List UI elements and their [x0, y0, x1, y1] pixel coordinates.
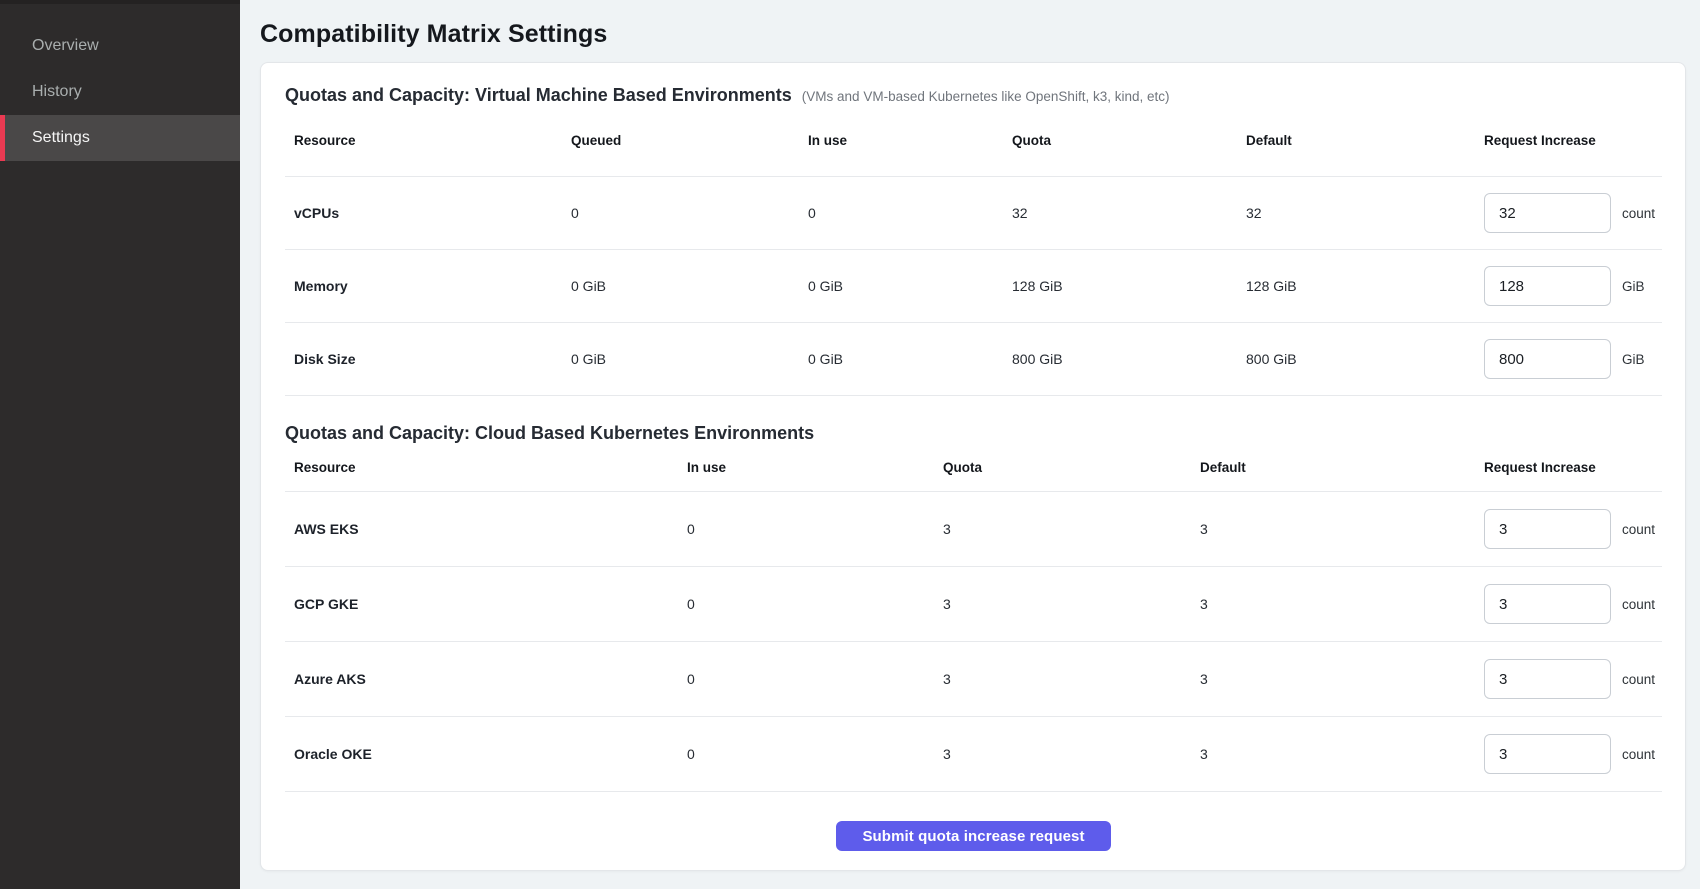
default-value: 128 GiB — [1237, 278, 1475, 294]
table-row-disk-size: Disk Size 0 GiB 0 GiB 800 GiB 800 GiB Gi… — [285, 323, 1662, 396]
default-value: 3 — [1191, 521, 1475, 537]
resource-name: vCPUs — [285, 205, 562, 221]
unit-label: count — [1622, 522, 1655, 537]
unit-label: count — [1622, 747, 1655, 762]
resource-name: Azure AKS — [285, 671, 678, 687]
unit-label: GiB — [1622, 352, 1645, 367]
sidebar-item-label: Overview — [32, 37, 99, 55]
column-header-request-increase: Request Increase — [1475, 460, 1662, 475]
memory-request-input[interactable] — [1484, 266, 1611, 306]
column-header-request-increase: Request Increase — [1475, 133, 1662, 148]
vm-section-subtitle: (VMs and VM-based Kubernetes like OpenSh… — [802, 89, 1170, 104]
default-value: 32 — [1237, 205, 1475, 221]
unit-label: count — [1622, 597, 1655, 612]
resource-name: AWS EKS — [285, 521, 678, 537]
in-use-value: 0 GiB — [799, 351, 1003, 367]
submit-quota-increase-button[interactable]: Submit quota increase request — [836, 821, 1110, 851]
in-use-value: 0 — [799, 205, 1003, 221]
column-header-in-use: In use — [678, 460, 934, 475]
sidebar-item-label: History — [32, 83, 82, 101]
column-header-in-use: In use — [799, 133, 1003, 148]
cloud-section-header: Quotas and Capacity: Cloud Based Kuberne… — [285, 396, 1662, 443]
in-use-value: 0 — [678, 671, 934, 687]
active-item-marker — [0, 115, 5, 161]
queued-value: 0 GiB — [562, 351, 799, 367]
table-row-oracle-oke: Oracle OKE 0 3 3 count — [285, 717, 1662, 792]
column-header-default: Default — [1191, 460, 1475, 475]
submit-row: Submit quota increase request — [285, 792, 1662, 851]
queued-value: 0 GiB — [562, 278, 799, 294]
sidebar-item-label: Settings — [32, 129, 90, 147]
disk-size-request-input[interactable] — [1484, 339, 1611, 379]
oracle-oke-request-input[interactable] — [1484, 734, 1611, 774]
resource-name: Disk Size — [285, 351, 562, 367]
column-header-quota: Quota — [934, 460, 1191, 475]
quota-value: 800 GiB — [1003, 351, 1237, 367]
sidebar-item-overview[interactable]: Overview — [0, 23, 240, 69]
default-value: 3 — [1191, 596, 1475, 612]
column-header-resource: Resource — [285, 460, 678, 475]
aws-eks-request-input[interactable] — [1484, 509, 1611, 549]
in-use-value: 0 — [678, 596, 934, 612]
table-row-aws-eks: AWS EKS 0 3 3 count — [285, 492, 1662, 567]
unit-label: GiB — [1622, 279, 1645, 294]
unit-label: count — [1622, 206, 1655, 221]
table-row-vcpus: vCPUs 0 0 32 32 count — [285, 177, 1662, 250]
column-header-quota: Quota — [1003, 133, 1237, 148]
table-row-memory: Memory 0 GiB 0 GiB 128 GiB 128 GiB GiB — [285, 250, 1662, 323]
default-value: 3 — [1191, 671, 1475, 687]
page-title: Compatibility Matrix Settings — [260, 20, 1686, 48]
gcp-gke-request-input[interactable] — [1484, 584, 1611, 624]
cloud-section-title: Quotas and Capacity: Cloud Based Kuberne… — [285, 423, 814, 443]
main-content: Compatibility Matrix Settings Quotas and… — [240, 0, 1700, 889]
table-row-azure-aks: Azure AKS 0 3 3 count — [285, 642, 1662, 717]
azure-aks-request-input[interactable] — [1484, 659, 1611, 699]
cloud-table-header-row: Resource In use Quota Default Request In… — [285, 443, 1662, 492]
table-row-gcp-gke: GCP GKE 0 3 3 count — [285, 567, 1662, 642]
vm-section-header: Quotas and Capacity: Virtual Machine Bas… — [285, 63, 1662, 105]
app-window: Overview History Settings Compatibility … — [0, 0, 1700, 889]
queued-value: 0 — [562, 205, 799, 221]
quota-value: 3 — [934, 671, 1191, 687]
cloud-quota-table: Resource In use Quota Default Request In… — [285, 443, 1662, 792]
vm-quota-table: Resource Queued In use Quota Default Req… — [285, 105, 1662, 396]
settings-card: Quotas and Capacity: Virtual Machine Bas… — [260, 62, 1686, 871]
column-header-default: Default — [1237, 133, 1475, 148]
in-use-value: 0 — [678, 521, 934, 537]
resource-name: Memory — [285, 278, 562, 294]
vcpus-request-input[interactable] — [1484, 193, 1611, 233]
quota-value: 3 — [934, 521, 1191, 537]
sidebar: Overview History Settings — [0, 0, 240, 889]
column-header-resource: Resource — [285, 133, 562, 148]
quota-value: 3 — [934, 596, 1191, 612]
vm-table-header-row: Resource Queued In use Quota Default Req… — [285, 105, 1662, 177]
vm-section-title: Quotas and Capacity: Virtual Machine Bas… — [285, 85, 792, 105]
sidebar-item-settings[interactable]: Settings — [0, 115, 240, 161]
in-use-value: 0 GiB — [799, 278, 1003, 294]
sidebar-item-history[interactable]: History — [0, 69, 240, 115]
default-value: 3 — [1191, 746, 1475, 762]
default-value: 800 GiB — [1237, 351, 1475, 367]
resource-name: Oracle OKE — [285, 746, 678, 762]
in-use-value: 0 — [678, 746, 934, 762]
column-header-queued: Queued — [562, 133, 799, 148]
quota-value: 128 GiB — [1003, 278, 1237, 294]
resource-name: GCP GKE — [285, 596, 678, 612]
quota-value: 3 — [934, 746, 1191, 762]
unit-label: count — [1622, 672, 1655, 687]
quota-value: 32 — [1003, 205, 1237, 221]
